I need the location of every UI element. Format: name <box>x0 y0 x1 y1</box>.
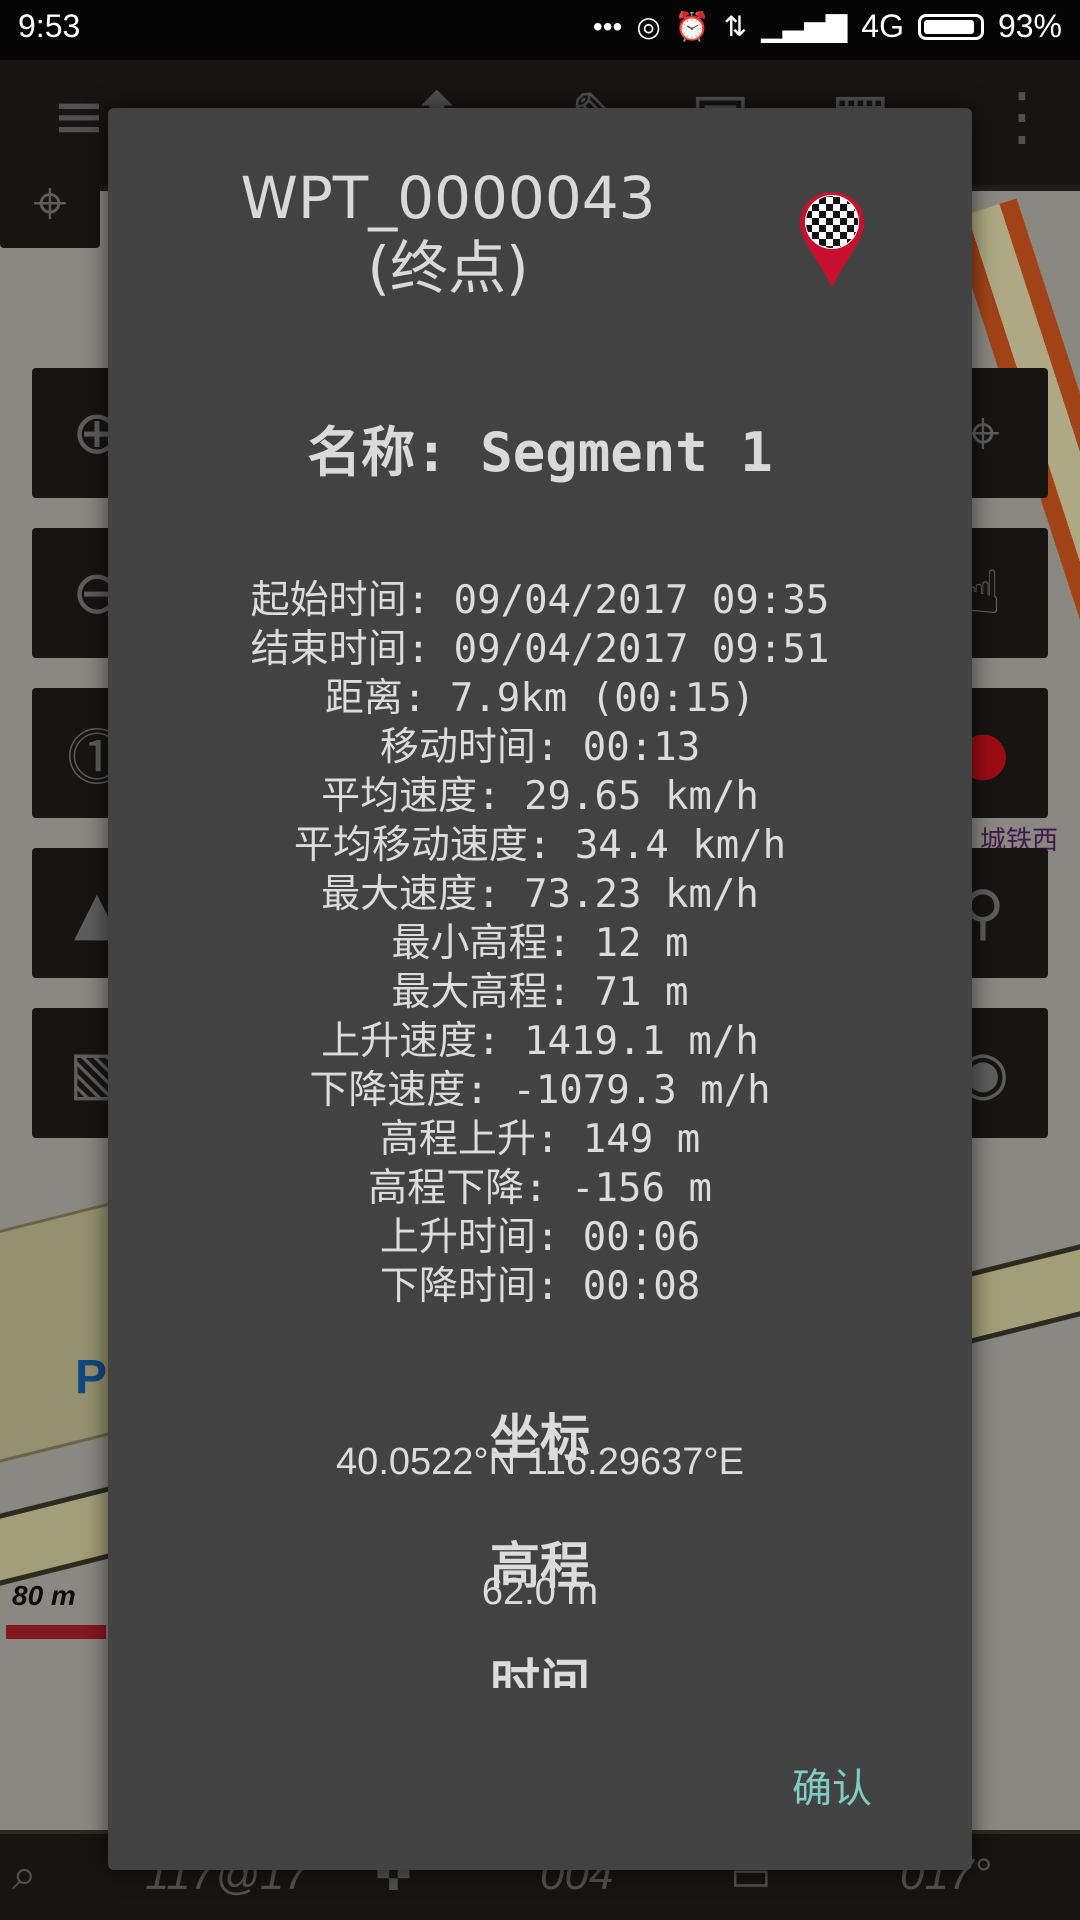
track-statistics: 起始时间: 09/04/2017 09:35 结束时间: 09/04/2017 … <box>108 576 972 1311</box>
status-bar: 9:53 ••• ◎ ⏰ ⇅ ▁▃▅▇ 4G 93% <box>0 0 1080 60</box>
status-time: 9:53 <box>18 8 81 44</box>
stat-line: 高程上升: 149 m <box>379 1117 701 1162</box>
dialog-title: WPT_0000043 (终点) <box>208 163 688 303</box>
stat-line: 下降时间: 00:08 <box>379 1264 701 1309</box>
stat-line: 最大速度: 73.23 km/h <box>321 872 759 917</box>
network-type: 4G <box>861 8 904 44</box>
battery-percent: 93% <box>997 8 1062 44</box>
stat-line: 结束时间: 09/04/2017 09:51 <box>250 627 830 672</box>
stat-line: 高程下降: -156 m <box>368 1166 712 1211</box>
hotspot-icon: ◎ <box>636 11 661 42</box>
status-icons: ••• ◎ ⏰ ⇅ ▁▃▅▇ 4G 93% <box>593 8 1062 45</box>
alarm-icon: ⏰ <box>674 11 710 42</box>
stat-line: 上升速度: 1419.1 m/h <box>321 1019 759 1064</box>
confirm-button[interactable]: 确认 <box>782 1748 882 1822</box>
finish-flag-pin-icon <box>800 192 864 288</box>
battery-icon <box>917 13 984 40</box>
signal-icon: ▁▃▅▇ <box>761 11 848 42</box>
elevation-value: 62.0 m <box>481 1571 599 1613</box>
stat-line: 上升时间: 00:06 <box>379 1215 701 1260</box>
waypoint-name: WPT_0000043 <box>240 164 656 232</box>
stat-line: 距离: 7.9km (00:15) <box>324 676 756 721</box>
scroll-clip[interactable]: 时间 <box>108 1643 972 1688</box>
waypoint-info-dialog: WPT_0000043 (终点) 名称: Segment 1 起始时间: 09/… <box>108 108 972 1870</box>
stat-line: 下降速度: -1079.3 m/h <box>309 1068 771 1113</box>
stat-line: 平均速度: 29.65 km/h <box>321 774 759 819</box>
data-transfer-icon: ⇅ <box>723 11 748 42</box>
stat-line: 移动时间: 00:13 <box>379 725 701 770</box>
stat-line: 平均移动速度: 34.4 km/h <box>293 823 787 868</box>
coordinates-value: 40.0522°N 116.29637°E <box>336 1441 744 1483</box>
screen: 9:53 ••• ◎ ⏰ ⇅ ▁▃▅▇ 4G 93% P 城铁西 ≡ ⬆ ✎ ▣… <box>0 0 1080 1920</box>
stat-line: 最大高程: 71 m <box>391 970 689 1015</box>
more-dots-icon: ••• <box>592 10 623 42</box>
stat-line: 最小高程: 12 m <box>391 921 689 966</box>
waypoint-type: (终点) <box>367 234 529 302</box>
stat-line: 起始时间: 09/04/2017 09:35 <box>250 578 830 623</box>
time-heading: 时间 <box>490 1654 590 1688</box>
segment-name: 名称: Segment 1 <box>307 421 773 484</box>
